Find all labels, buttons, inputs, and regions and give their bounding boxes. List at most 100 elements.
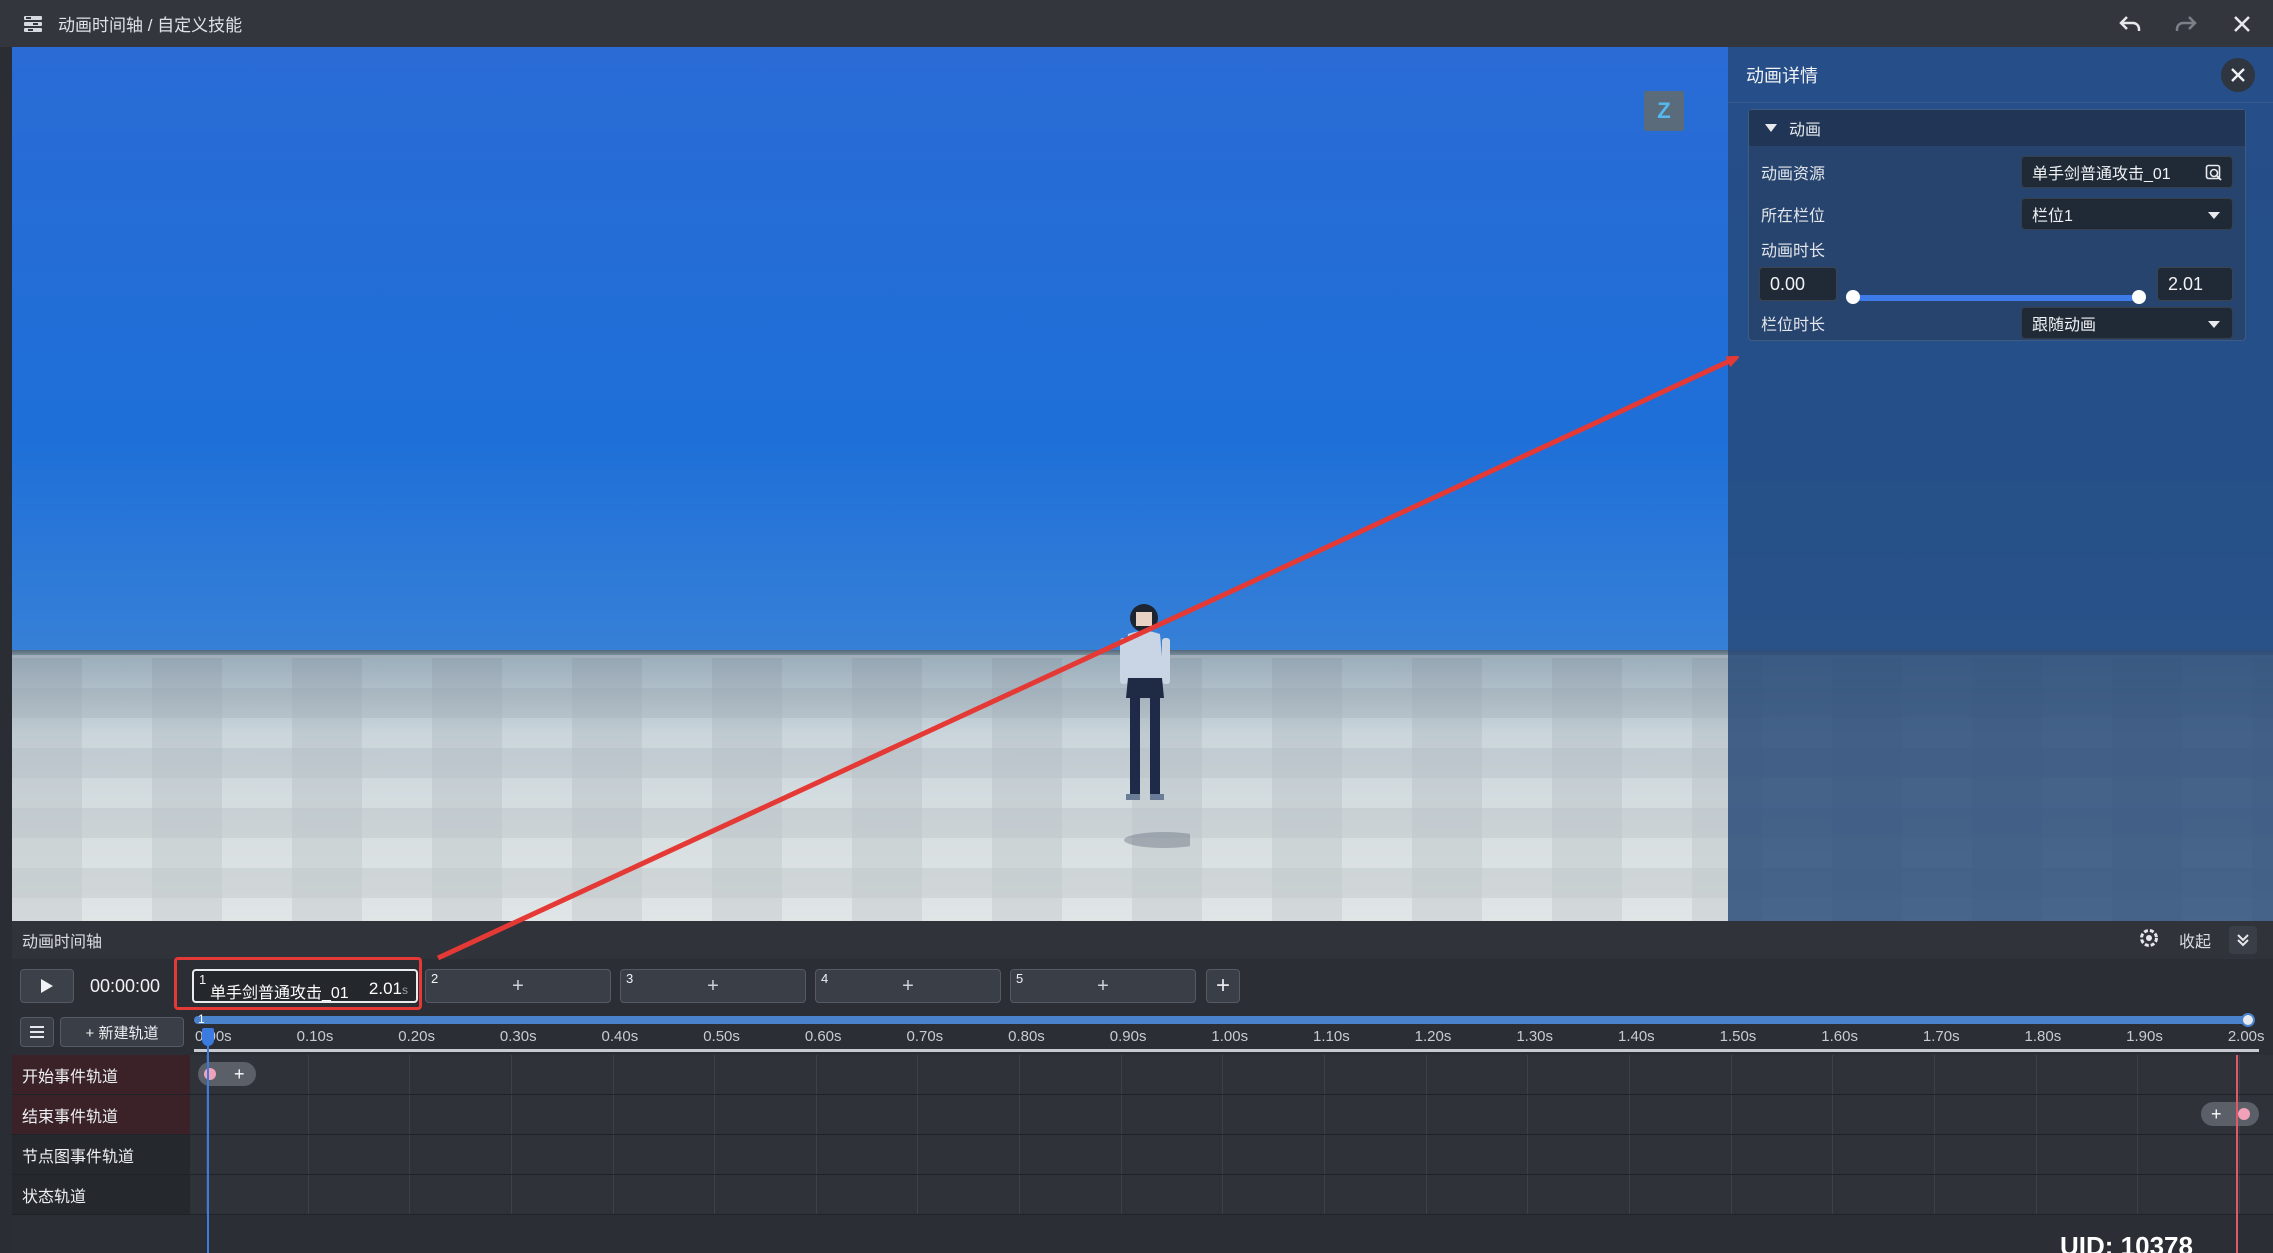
section-toggle[interactable]: 动画 [1749, 110, 2245, 146]
settings-gear-icon[interactable] [2137, 926, 2161, 955]
track-label[interactable]: 节点图事件轨道 [12, 1135, 190, 1174]
slot-index: 2 [431, 971, 439, 986]
track-row[interactable]: 开始事件轨道 + [12, 1055, 2273, 1095]
grid-line [409, 1055, 411, 1094]
grid-line [612, 1175, 614, 1214]
range-start-handle[interactable] [1846, 290, 1860, 304]
grid-line [1222, 1135, 1224, 1174]
title-bar: 动画时间轴 / 自定义技能 [0, 0, 2273, 47]
collapse-chevron-icon[interactable] [2229, 926, 2257, 954]
current-time: 00:00:00 [90, 976, 161, 996]
tick-label: 1.40s [1617, 1028, 1655, 1045]
grid-line [917, 1095, 919, 1134]
redo-icon[interactable] [2173, 11, 2199, 37]
undo-icon[interactable] [2117, 11, 2143, 37]
grid-line [2035, 1135, 2037, 1174]
time-ruler[interactable]: 0.00s0.10s0.20s0.30s0.40s0.50s0.60s0.70s… [194, 1024, 2265, 1048]
grid-line [1933, 1055, 1935, 1094]
play-button[interactable] [20, 969, 74, 1003]
add-event-icon[interactable]: + [2211, 1104, 2222, 1125]
grid-line [510, 1095, 512, 1134]
grid-line [2238, 1135, 2240, 1174]
track-body[interactable]: + [190, 1095, 2273, 1134]
end-event-pill[interactable]: + [2201, 1102, 2259, 1126]
app-root: 动画时间轴 / 自定义技能 Z 动画详情 动画 动画资源 单手剑普通攻击_01 … [0, 0, 2273, 1253]
grid-line [1832, 1095, 1834, 1134]
grid-line [714, 1055, 716, 1094]
playhead-handle[interactable] [202, 1028, 214, 1046]
track-row[interactable]: 节点图事件轨道 [12, 1135, 2273, 1175]
camera-mode-badge[interactable]: Z [1644, 91, 1684, 131]
slot-5[interactable]: 5 + [1010, 969, 1196, 1003]
grid-line [1933, 1135, 1935, 1174]
grid-line [1527, 1095, 1529, 1134]
grid-line [1730, 1135, 1732, 1174]
range-end-handle[interactable] [2132, 290, 2146, 304]
tick-label: 0.70s [906, 1028, 944, 1045]
track-body[interactable] [190, 1175, 2273, 1214]
new-track-button[interactable]: + 新建轨道 [60, 1017, 184, 1047]
tick-label: 0.50s [703, 1028, 740, 1045]
track-row[interactable]: 结束事件轨道 + [12, 1095, 2273, 1135]
grid-line [1425, 1135, 1427, 1174]
close-icon[interactable] [2229, 11, 2255, 37]
slot-dropdown[interactable]: 栏位1 [2021, 198, 2233, 230]
duration-start-input[interactable]: 0.00 [1759, 267, 1837, 301]
animation-asset-label: 动画资源 [1761, 166, 1826, 183]
grid-line [2137, 1055, 2139, 1094]
duration-range-slider[interactable] [1846, 290, 2146, 304]
add-animation-icon: + [707, 975, 719, 997]
grid-line [1832, 1135, 1834, 1174]
slot-4[interactable]: 4 + [815, 969, 1001, 1003]
grid-line [1628, 1055, 1630, 1094]
add-event-icon[interactable]: + [234, 1064, 245, 1085]
track-label[interactable]: 结束事件轨道 [12, 1095, 190, 1134]
grid-line [1730, 1055, 1732, 1094]
track-body[interactable]: + [190, 1055, 2273, 1094]
close-panel-button[interactable] [2221, 58, 2255, 92]
grid-line [1628, 1135, 1630, 1174]
event-keyframe-dot[interactable] [204, 1068, 216, 1080]
grid-line [1527, 1175, 1529, 1214]
add-slot-button[interactable]: + [1206, 969, 1240, 1003]
grid-line [1019, 1055, 1021, 1094]
slot-value: 栏位1 [2032, 208, 2073, 225]
playhead-line[interactable] [207, 1030, 209, 1253]
duration-end-input[interactable]: 2.01 [2157, 267, 2233, 301]
timeline-title: 动画时间轴 [22, 934, 103, 951]
app-menu-icon[interactable] [22, 13, 44, 35]
track-label[interactable]: 开始事件轨道 [12, 1055, 190, 1094]
slot-3[interactable]: 3 + [620, 969, 806, 1003]
asset-search-icon[interactable] [2204, 163, 2224, 183]
track-menu-button[interactable] [20, 1017, 54, 1047]
collapse-label[interactable]: 收起 [2179, 928, 2211, 952]
tick-label: 1.00s [1211, 1028, 1249, 1045]
grid-line [1222, 1095, 1224, 1134]
grid-line [2137, 1135, 2139, 1174]
event-keyframe-dot[interactable] [2237, 1108, 2250, 1120]
grid-line [1527, 1135, 1529, 1174]
slot-2[interactable]: 2 + [425, 969, 611, 1003]
slot-duration-value: 跟随动画 [2032, 317, 2097, 334]
add-animation-icon: + [902, 975, 914, 997]
grid-line [714, 1175, 716, 1214]
grid-line [1019, 1175, 1021, 1214]
slot-index: 3 [626, 971, 634, 986]
add-animation-icon: + [512, 975, 524, 997]
slot-duration-dropdown[interactable]: 跟随动画 [2021, 307, 2233, 339]
slot-index: 5 [1016, 971, 1024, 986]
track-body[interactable] [190, 1135, 2273, 1174]
grid-line [307, 1135, 309, 1174]
close-icon [2231, 68, 2245, 82]
track-row[interactable]: 状态轨道 [12, 1175, 2273, 1215]
grid-line [917, 1175, 919, 1214]
time-range-bar[interactable]: 1 [194, 1012, 2255, 1027]
grid-line [409, 1095, 411, 1134]
track-label[interactable]: 状态轨道 [12, 1175, 190, 1214]
grid-line [917, 1055, 919, 1094]
window-title: 动画时间轴 / 自定义技能 [58, 16, 243, 35]
grid-line [1222, 1175, 1224, 1214]
animation-asset-field[interactable]: 单手剑普通攻击_01 [2021, 156, 2233, 188]
grid-line [510, 1135, 512, 1174]
slot-label: 所在栏位 [1761, 208, 1826, 225]
